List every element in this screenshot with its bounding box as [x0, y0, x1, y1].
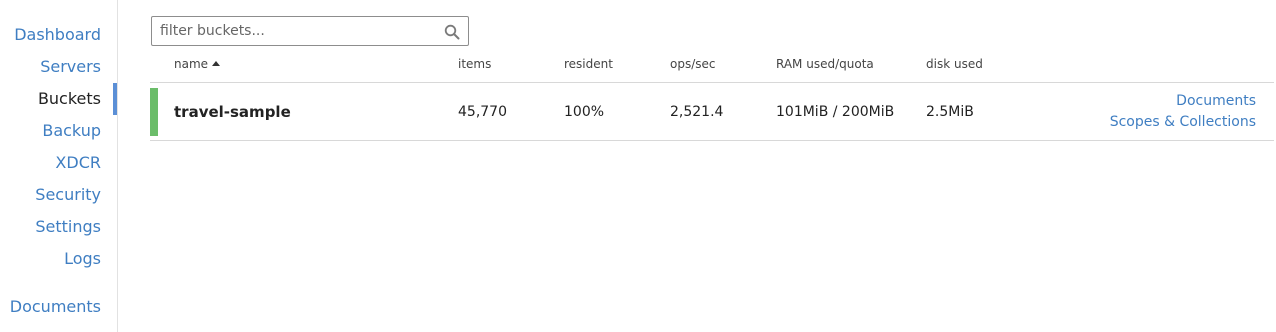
bucket-name: travel-sample: [174, 103, 291, 121]
bucket-status-indicator: [150, 88, 158, 136]
column-header-ram[interactable]: RAM used/quota: [776, 57, 874, 71]
column-header-disk[interactable]: disk used: [926, 57, 983, 71]
table-row[interactable]: travel-sample 45,770 100% 2,521.4 101MiB…: [150, 83, 1274, 141]
column-header-resident[interactable]: resident: [564, 57, 613, 71]
active-nav-indicator: [113, 83, 117, 115]
bucket-ram: 101MiB / 200MiB: [776, 104, 895, 120]
sidebar-item-dashboard[interactable]: Dashboard: [14, 25, 101, 44]
app-root: Dashboard Servers Buckets Backup XDCR Se…: [0, 0, 1276, 332]
column-header-name-label: name: [174, 57, 209, 71]
search-icon[interactable]: [444, 24, 460, 40]
sidebar-item-documents[interactable]: Documents: [10, 297, 101, 316]
sidebar-nav: Dashboard Servers Buckets Backup XDCR Se…: [0, 0, 118, 332]
column-header-ops[interactable]: ops/sec: [670, 57, 716, 71]
sidebar-item-buckets[interactable]: Buckets: [38, 89, 101, 108]
sidebar-item-backup[interactable]: Backup: [42, 121, 101, 140]
bucket-ops: 2,521.4: [670, 104, 724, 120]
sidebar-item-settings[interactable]: Settings: [35, 217, 101, 236]
column-header-name[interactable]: name: [174, 57, 221, 71]
sidebar-item-servers[interactable]: Servers: [40, 57, 101, 76]
filter-buckets-box: [151, 16, 469, 46]
sort-ascending-icon: [212, 61, 221, 66]
documents-link[interactable]: Documents: [1176, 93, 1256, 109]
bucket-items: 45,770: [458, 104, 507, 120]
bucket-disk: 2.5MiB: [926, 104, 974, 120]
sidebar-item-security[interactable]: Security: [35, 185, 101, 204]
column-header-items[interactable]: items: [458, 57, 491, 71]
sidebar-item-logs[interactable]: Logs: [64, 249, 101, 268]
scopes-collections-link[interactable]: Scopes & Collections: [1110, 114, 1256, 130]
filter-buckets-input[interactable]: [152, 17, 442, 45]
sidebar-item-xdcr[interactable]: XDCR: [55, 153, 101, 172]
bucket-resident: 100%: [564, 104, 605, 120]
